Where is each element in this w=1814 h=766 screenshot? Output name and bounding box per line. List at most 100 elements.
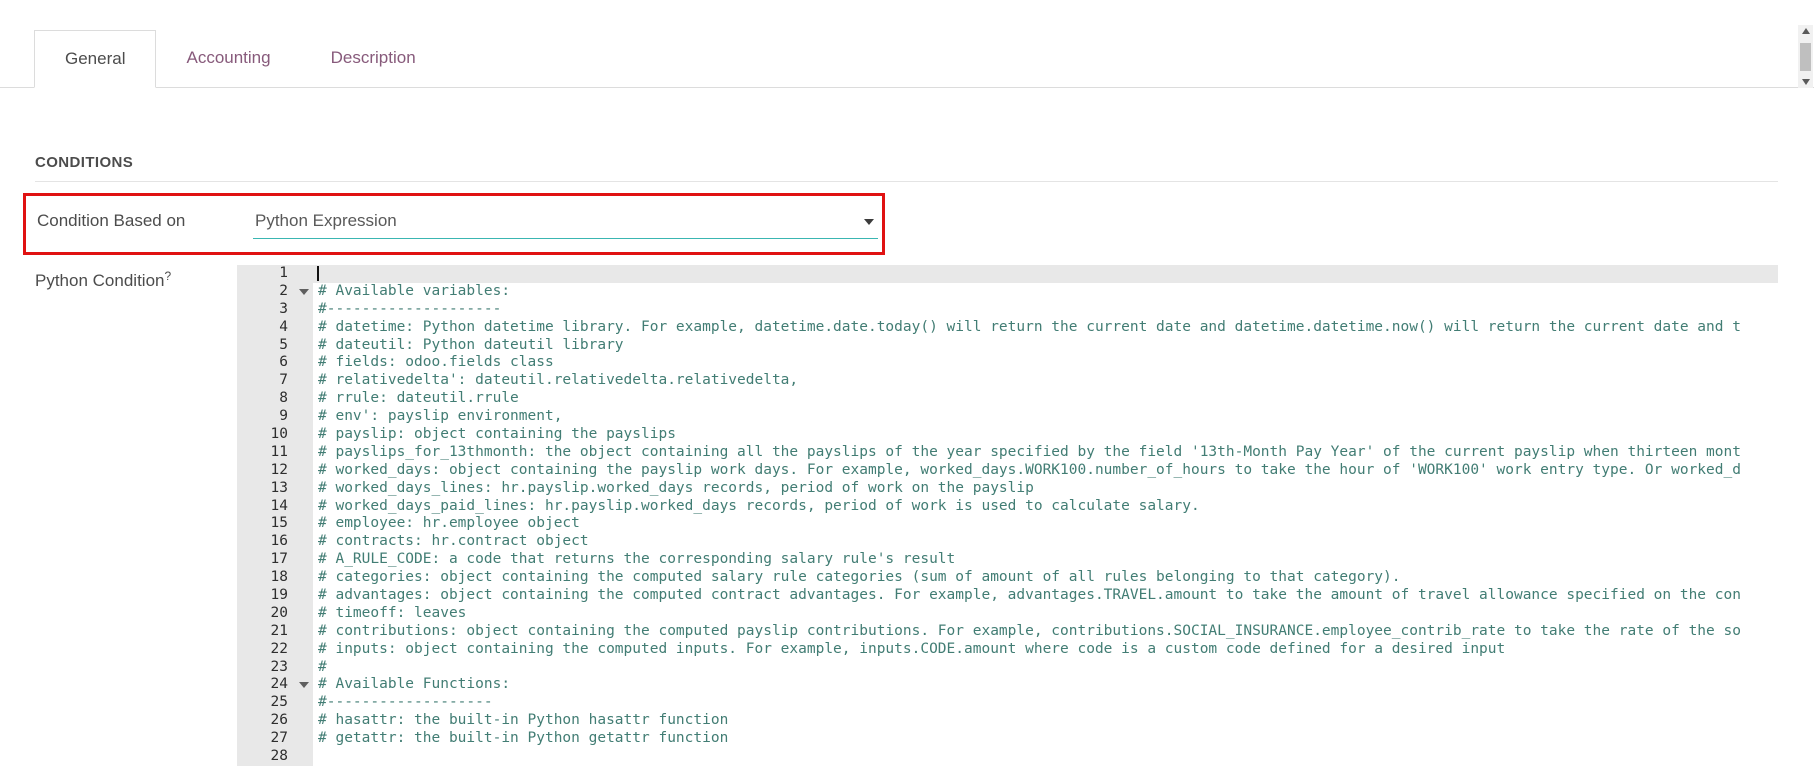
line-number: 19 <box>237 587 313 605</box>
line-number: 15 <box>237 515 313 534</box>
code-text: # rrule: dateutil.rrule <box>318 390 519 407</box>
editor-line[interactable]: 27 # getattr: the built-in Python getattr… <box>237 730 1778 749</box>
editor-line[interactable]: 14 # worked_days_paid_lines: hr.payslip.w… <box>237 497 1778 516</box>
line-number: 26 <box>237 712 313 731</box>
line-number: 13 <box>237 479 313 498</box>
page: General Accounting Description CONDITIONS … <box>0 0 1814 766</box>
line-number: 6 <box>237 354 313 373</box>
editor-line[interactable]: 20 # timeoff: leaves <box>237 604 1778 623</box>
help-marker: ? <box>164 269 172 283</box>
line-number: 9 <box>237 408 313 427</box>
code-text: # payslips_for_13thmonth: the object con… <box>318 443 1741 460</box>
editor-line[interactable]: 18 # categories: object containing the co… <box>237 569 1778 588</box>
section-heading-conditions: CONDITIONS <box>35 154 134 171</box>
code-text: # categories: object containing the comp… <box>318 569 1401 586</box>
scroll-up-icon[interactable] <box>1801 28 1810 34</box>
line-number: 12 <box>237 461 313 480</box>
line-number: 4 <box>237 318 313 337</box>
code-text: # Available Functions: <box>318 676 511 693</box>
section-divider <box>35 181 1778 182</box>
editor-line[interactable]: 8 # rrule: dateutil.rrule <box>237 390 1778 409</box>
select-value: Python Expression <box>255 211 397 230</box>
line-number: 8 <box>237 390 313 409</box>
line-number: 18 <box>237 569 313 588</box>
editor-line[interactable]: 19 # advantages: object containing the co… <box>237 587 1778 605</box>
editor-line[interactable]: 25 #------------------- <box>237 694 1778 713</box>
code-lines: 1 2 # Available variables: 3 #--------------… <box>237 265 1778 766</box>
line-number: 14 <box>237 497 313 516</box>
editor-line[interactable]: 15 # employee: hr.employee object <box>237 515 1778 534</box>
editor-line[interactable]: 10 # payslip: object containing the paysl… <box>237 426 1778 444</box>
editor-line[interactable]: 7 # relativedelta': dateutil.relativedelt… <box>237 372 1778 391</box>
editor-line[interactable]: 1 <box>237 265 1778 283</box>
code-text: # env': payslip environment, <box>318 408 563 425</box>
line-number: 22 <box>237 640 313 659</box>
code-text: # <box>318 658 327 675</box>
code-text: # advantages: object containing the comp… <box>318 587 1741 604</box>
code-text: # getattr: the built-in Python getattr f… <box>318 730 729 747</box>
line-number: 2 <box>237 282 313 301</box>
line-number: 16 <box>237 533 313 552</box>
code-text: # fields: odoo.fields class <box>318 354 554 371</box>
editor-line[interactable]: 13 # worked_days_lines: hr.payslip.worked… <box>237 479 1778 498</box>
tab-accounting[interactable]: Accounting <box>156 29 300 87</box>
code-text: # hasattr: the built-in Python hasattr f… <box>318 712 729 729</box>
editor-line[interactable]: 12 # worked_days: object containing the p… <box>237 461 1778 480</box>
code-text: # timeoff: leaves <box>318 604 467 621</box>
line-number: 5 <box>237 336 313 355</box>
python-condition-label: Python Condition? <box>35 269 172 290</box>
line-number: 3 <box>237 300 313 319</box>
line-number: 17 <box>237 551 313 570</box>
editor-line[interactable]: 3 #-------------------- <box>237 300 1778 319</box>
editor-line[interactable]: 16 # contracts: hr.contract object <box>237 533 1778 552</box>
editor-line[interactable]: 2 # Available variables: <box>237 282 1778 301</box>
editor-line[interactable]: 26 # hasattr: the built-in Python hasattr… <box>237 712 1778 731</box>
line-number: 25 <box>237 694 313 713</box>
code-text: # A_RULE_CODE: a code that returns the c… <box>318 551 956 568</box>
vertical-scrollbar[interactable] <box>1798 25 1813 88</box>
editor-line[interactable]: 4 # datetime: Python datetime library. Fo… <box>237 318 1778 337</box>
editor-line[interactable]: 5 # dateutil: Python dateutil library <box>237 336 1778 355</box>
line-number: 7 <box>237 372 313 391</box>
code-text: # worked_days: object containing the pay… <box>318 461 1741 478</box>
code-text: # worked_days_lines: hr.payslip.worked_d… <box>318 479 1034 496</box>
line-number: 20 <box>237 604 313 623</box>
condition-based-on-label: Condition Based on <box>37 211 186 230</box>
editor-line[interactable]: 22 # inputs: object containing the comput… <box>237 640 1778 659</box>
editor-line[interactable]: 28 <box>237 748 1778 766</box>
editor-line[interactable]: 17 # A_RULE_CODE: a code that returns the… <box>237 551 1778 570</box>
code-text: # relativedelta': dateutil.relativedelta… <box>318 372 799 389</box>
line-number: 11 <box>237 443 313 462</box>
line-number: 10 <box>237 426 313 444</box>
line-number: 23 <box>237 658 313 677</box>
code-text: # employee: hr.employee object <box>318 515 580 532</box>
code-text <box>313 265 1778 283</box>
condition-based-on-select[interactable]: Python Expression <box>253 205 878 239</box>
tab-description[interactable]: Description <box>301 29 446 87</box>
line-number: 1 <box>237 265 313 283</box>
editor-line[interactable]: 23 # <box>237 658 1778 677</box>
fold-arrow-icon[interactable] <box>299 288 309 295</box>
code-text: # dateutil: Python dateutil library <box>318 336 624 353</box>
fold-arrow-icon[interactable] <box>299 682 309 689</box>
editor-line[interactable]: 9 # env': payslip environment, <box>237 408 1778 427</box>
tab-general[interactable]: General <box>34 30 157 88</box>
editor-line[interactable]: 6 # fields: odoo.fields class <box>237 354 1778 373</box>
chevron-down-icon <box>864 219 874 225</box>
line-number: 21 <box>237 622 313 641</box>
code-editor[interactable]: 1 2 # Available variables: 3 #--------------… <box>237 265 1778 766</box>
code-text: # worked_days_paid_lines: hr.payslip.wor… <box>318 497 1200 514</box>
editor-line[interactable]: 11 # payslips_for_13thmonth: the object c… <box>237 443 1778 462</box>
code-text: # datetime: Python datetime library. For… <box>318 318 1741 335</box>
tab-bar: General Accounting Description <box>0 0 1814 88</box>
code-text: # inputs: object containing the computed… <box>318 640 1506 657</box>
line-number: 28 <box>237 748 313 766</box>
scroll-down-icon[interactable] <box>1801 79 1810 85</box>
editor-line[interactable]: 24 # Available Functions: <box>237 676 1778 695</box>
editor-line[interactable]: 21 # contributions: object containing the… <box>237 622 1778 641</box>
scrollbar-thumb[interactable] <box>1800 42 1811 71</box>
text-cursor <box>317 266 319 281</box>
line-number: 27 <box>237 730 313 749</box>
code-text: # contributions: object containing the c… <box>318 622 1741 639</box>
